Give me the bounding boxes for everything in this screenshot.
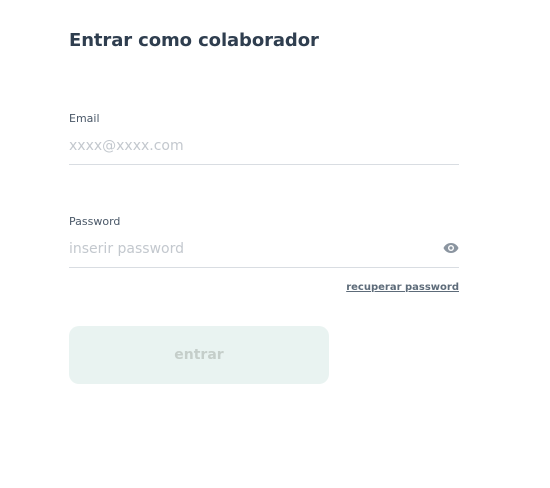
- page-title: Entrar como colaborador: [69, 30, 319, 51]
- email-label: Email: [69, 112, 100, 125]
- email-field-group: Email: [69, 112, 459, 165]
- password-field-row: [69, 229, 459, 268]
- eye-icon[interactable]: [443, 242, 459, 254]
- password-input[interactable]: [69, 238, 429, 260]
- password-field-group: Password: [69, 215, 459, 268]
- email-input[interactable]: [69, 135, 429, 157]
- email-field-row: [69, 126, 459, 165]
- recover-password-link[interactable]: recuperar password: [346, 282, 459, 293]
- login-button[interactable]: entrar: [69, 326, 329, 384]
- password-label: Password: [69, 215, 121, 228]
